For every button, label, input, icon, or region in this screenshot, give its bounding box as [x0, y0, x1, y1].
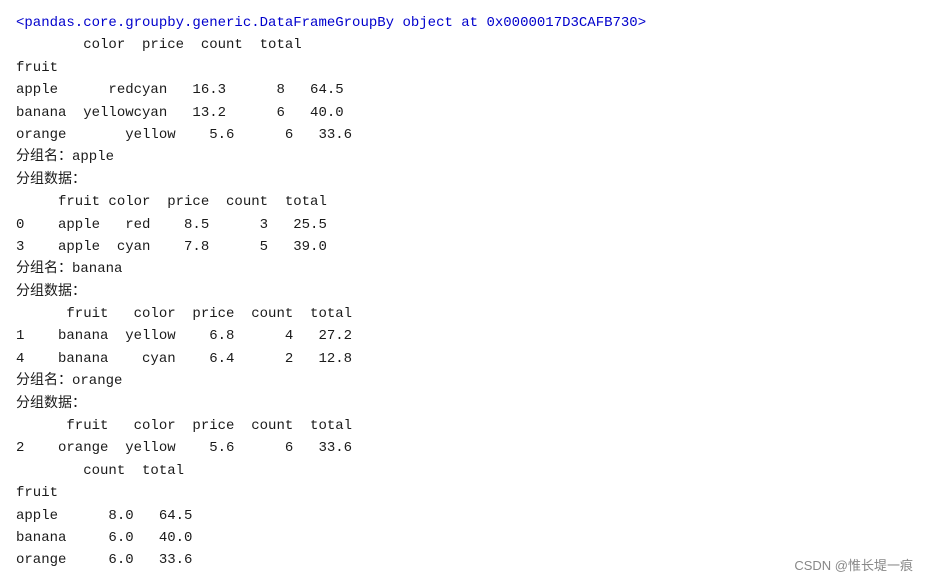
output-line-4: banana yellowcyan 13.2 6 40.0 [16, 102, 913, 124]
output-line-22: apple 8.0 64.5 [16, 505, 913, 527]
output-line-0: <pandas.core.groupby.generic.DataFrameGr… [16, 12, 913, 34]
output-line-2: fruit [16, 57, 913, 79]
output-line-19: 2 orange yellow 5.6 6 33.6 [16, 437, 913, 459]
output-line-16: 分组名：orange [16, 370, 913, 392]
output-line-18: fruit color price count total [16, 415, 913, 437]
output-line-8: fruit color price count total [16, 191, 913, 213]
output-line-15: 4 banana cyan 6.4 2 12.8 [16, 348, 913, 370]
watermark: CSDN @惟长堤一痕 [794, 555, 913, 574]
output-line-12: 分组数据： [16, 281, 913, 303]
output-line-7: 分组数据： [16, 169, 913, 191]
output-line-13: fruit color price count total [16, 303, 913, 325]
output-line-9: 0 apple red 8.5 3 25.5 [16, 214, 913, 236]
output-line-6: 分组名：apple [16, 146, 913, 168]
output-line-10: 3 apple cyan 7.8 5 39.0 [16, 236, 913, 258]
output-line-24: orange 6.0 33.6 [16, 549, 913, 571]
output-line-20: count total [16, 460, 913, 482]
output-line-21: fruit [16, 482, 913, 504]
output-line-3: apple redcyan 16.3 8 64.5 [16, 79, 913, 101]
output-line-17: 分组数据： [16, 393, 913, 415]
output-line-11: 分组名：banana [16, 258, 913, 280]
output-area: <pandas.core.groupby.generic.DataFrameGr… [0, 0, 929, 584]
output-line-14: 1 banana yellow 6.8 4 27.2 [16, 325, 913, 347]
output-line-23: banana 6.0 40.0 [16, 527, 913, 549]
output-line-5: orange yellow 5.6 6 33.6 [16, 124, 913, 146]
output-line-1: color price count total [16, 34, 913, 56]
